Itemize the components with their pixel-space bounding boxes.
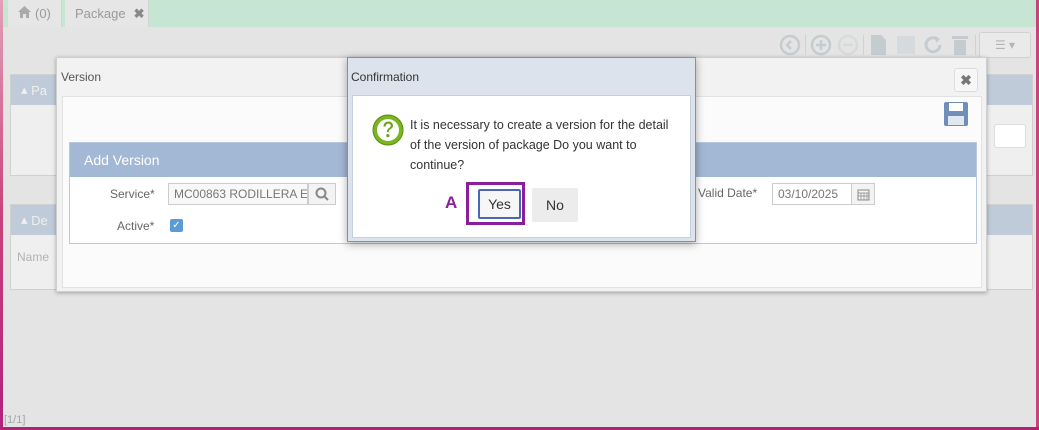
tab-package-label: Package [75, 6, 126, 21]
background-search-button [994, 124, 1026, 148]
valid-date-label: Valid Date* [698, 186, 758, 200]
service-input[interactable]: MC00863 RODILLERA E [168, 183, 308, 205]
confirmation-message: It is necessary to create a version for … [410, 118, 669, 172]
version-dialog-title: Version [61, 70, 102, 84]
close-icon[interactable]: ✖ [134, 6, 145, 22]
tab-home-label: (0) [35, 6, 51, 21]
service-label: Service* [110, 187, 155, 201]
no-button[interactable]: No [532, 188, 578, 222]
annotation-highlight-box [466, 182, 525, 225]
home-icon [18, 6, 31, 21]
annotation-label: A [445, 193, 458, 212]
active-label: Active* [117, 219, 155, 233]
close-icon[interactable]: ✖ [954, 68, 978, 92]
question-icon [372, 114, 404, 146]
tab-package[interactable]: Package ✖ [65, 0, 149, 27]
valid-date-input[interactable]: 03/10/2025 [772, 183, 852, 205]
calendar-icon[interactable] [851, 183, 875, 205]
confirmation-title: Confirmation [351, 70, 420, 84]
active-checkbox[interactable]: ✓ [170, 219, 183, 232]
search-icon[interactable] [308, 183, 336, 205]
tab-bar: (0) Package ✖ [3, 0, 1036, 27]
tab-home[interactable]: (0) [8, 0, 62, 27]
save-icon[interactable] [943, 101, 969, 127]
